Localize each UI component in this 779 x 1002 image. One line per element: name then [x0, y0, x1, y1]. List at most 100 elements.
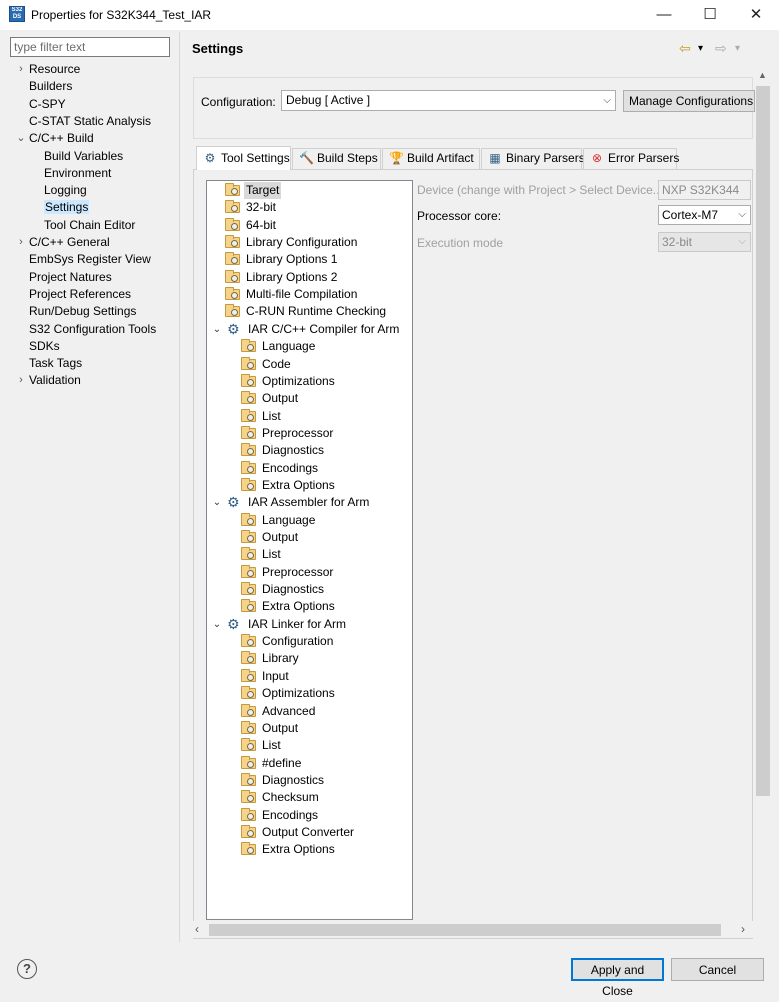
settings-folder-icon — [241, 634, 256, 648]
tree-item-label: Language — [262, 339, 316, 354]
horizontal-scroll-thumb[interactable] — [209, 924, 721, 936]
settings-folder-icon — [241, 703, 256, 717]
tree-item-label: Library — [262, 651, 299, 666]
nav-item-logging[interactable]: Logging — [44, 182, 87, 199]
settings-folder-icon — [241, 738, 256, 752]
tree-item-label: IAR Linker for Arm — [248, 616, 347, 631]
nav-item-settings[interactable]: Settings — [44, 199, 90, 216]
tool-gear-icon: ⚙ — [227, 615, 240, 632]
tab-label: Tool Settings — [221, 151, 290, 165]
nav-item-task-tags[interactable]: Task Tags — [29, 355, 82, 372]
tree-item-label: 64-bit — [246, 217, 277, 232]
cancel-button[interactable]: Cancel — [671, 958, 764, 981]
tree-item-label: IAR C/C++ Compiler for Arm — [248, 321, 400, 336]
tree-item-label: Optimizations — [262, 686, 335, 701]
nav-item-c-spy[interactable]: C-SPY — [29, 96, 66, 113]
nav-item-c-c-general[interactable]: › C/C++ General — [19, 234, 110, 251]
nav-item-sdks[interactable]: SDKs — [29, 338, 60, 355]
tab-label: Build Artifact — [407, 151, 474, 165]
tree-item-label: Target — [244, 182, 282, 199]
nav-item-build-variables[interactable]: Build Variables — [44, 148, 123, 165]
back-menu-icon[interactable]: ▾ — [698, 43, 703, 54]
tree-item-label: Code — [262, 356, 291, 371]
chevron-right-icon[interactable]: › — [16, 61, 26, 78]
settings-folder-icon — [241, 339, 256, 353]
nav-item-label: Task Tags — [29, 356, 83, 371]
device-label: Device (change with Project > Select Dev… — [417, 183, 667, 197]
tab-error-parsers[interactable]: ⊗ Error Parsers — [583, 148, 680, 169]
settings-folder-icon — [225, 183, 240, 196]
settings-folder-icon — [241, 651, 256, 665]
filter-input[interactable] — [10, 37, 170, 57]
tree-item-label: List — [262, 408, 281, 423]
nav-item-project-natures[interactable]: Project Natures — [29, 269, 112, 286]
scroll-left-icon[interactable]: ‹ — [195, 922, 199, 936]
nav-item-c-c-build[interactable]: ⌄ C/C++ Build — [16, 130, 93, 147]
chevron-down-icon[interactable]: ⌄ — [212, 616, 222, 633]
tab-tool-settings[interactable]: ⚙ Tool Settings — [196, 146, 291, 170]
settings-folder-icon — [241, 425, 256, 439]
settings-folder-icon — [241, 668, 256, 682]
vertical-scroll-thumb[interactable] — [756, 86, 770, 796]
tab-label: Build Steps — [317, 151, 378, 165]
apply-and-close-button[interactable]: Apply and Close — [571, 958, 664, 998]
nav-item-label: Run/Debug Settings — [29, 304, 137, 319]
scroll-right-icon[interactable]: › — [741, 922, 745, 936]
back-icon[interactable]: ⇦ — [679, 40, 691, 57]
nav-item-embsys-register-view[interactable]: EmbSys Register View — [29, 251, 151, 268]
nav-item-environment[interactable]: Environment — [44, 165, 111, 182]
chevron-down-icon: ⌵ — [603, 95, 611, 106]
tree-item-label: Diagnostics — [262, 582, 325, 597]
processor-core-select[interactable]: Cortex-M7 ⌵ — [658, 205, 751, 225]
tree-item-label: Diagnostics — [262, 772, 325, 787]
tool-gear-icon: ⚙ — [227, 494, 240, 511]
tree-item-label: Library Options 2 — [246, 269, 338, 284]
forward-menu-icon[interactable]: ▾ — [735, 43, 740, 54]
tool-settings-tree: Target 32-bit 64-bit Library Configuration L… — [206, 180, 413, 920]
manage-configurations-button[interactable]: Manage Configurations... — [623, 90, 755, 112]
close-button[interactable]: ✕ — [733, 0, 779, 30]
execution-mode-value: 32-bit — [662, 235, 693, 249]
settings-folder-icon — [241, 356, 256, 370]
help-button[interactable]: ? — [17, 959, 37, 979]
tree-item-label: Output — [262, 530, 299, 544]
nav-item-builders[interactable]: Builders — [29, 78, 72, 95]
chevron-down-icon[interactable]: ⌄ — [212, 494, 222, 511]
settings-folder-icon — [241, 564, 256, 578]
tab-build-steps[interactable]: 🔨 Build Steps — [292, 148, 381, 169]
nav-item-run-debug-settings[interactable]: Run/Debug Settings — [29, 303, 136, 320]
settings-folder-icon — [241, 824, 256, 838]
tree-item-label: Multi-file Compilation — [246, 287, 358, 302]
maximize-button[interactable]: ☐ — [687, 0, 733, 30]
settings-folder-icon — [241, 790, 256, 804]
nav-item-validation[interactable]: › Validation — [19, 372, 81, 389]
nav-item-project-references[interactable]: Project References — [29, 286, 131, 303]
page-title: Settings — [192, 41, 244, 56]
nav-item-s32-configuration-tools[interactable]: S32 Configuration Tools — [29, 321, 156, 338]
tree-item-label: Library Configuration — [246, 235, 358, 250]
pane-divider[interactable] — [179, 32, 180, 942]
nav-item-c-stat-static-analysis[interactable]: C-STAT Static Analysis — [29, 113, 151, 130]
tab-binary-parsers[interactable]: ▦ Binary Parsers — [481, 148, 585, 169]
minimize-button[interactable]: — — [641, 0, 687, 30]
settings-folder-icon — [241, 582, 256, 596]
scroll-up-icon[interactable]: ▲ — [754, 66, 771, 84]
chevron-down-icon[interactable]: ⌄ — [212, 321, 222, 338]
chevron-right-icon[interactable]: › — [16, 372, 26, 389]
nav-item-tool-chain-editor[interactable]: Tool Chain Editor — [44, 217, 135, 234]
tab-build-artifact[interactable]: 🏆 Build Artifact — [382, 148, 480, 169]
settings-folder-icon — [241, 755, 256, 769]
tab-label: Error Parsers — [608, 151, 680, 165]
forward-icon[interactable]: ⇨ — [715, 40, 727, 57]
settings-folder-icon — [225, 252, 240, 266]
settings-folder-icon — [241, 530, 256, 543]
nav-item-resource[interactable]: › Resource — [19, 61, 80, 78]
chevron-right-icon[interactable]: › — [16, 234, 26, 251]
tool-gear-icon: ⚙ — [227, 320, 240, 337]
tree-item-label: Extra Options — [262, 599, 335, 614]
chevron-down-icon[interactable]: ⌄ — [16, 130, 26, 147]
tree-item-label: 32-bit — [246, 200, 277, 215]
settings-folder-icon — [241, 807, 256, 821]
configuration-select[interactable]: Debug [ Active ] ⌵ — [281, 90, 616, 111]
nav-item-label: C-SPY — [29, 96, 66, 111]
